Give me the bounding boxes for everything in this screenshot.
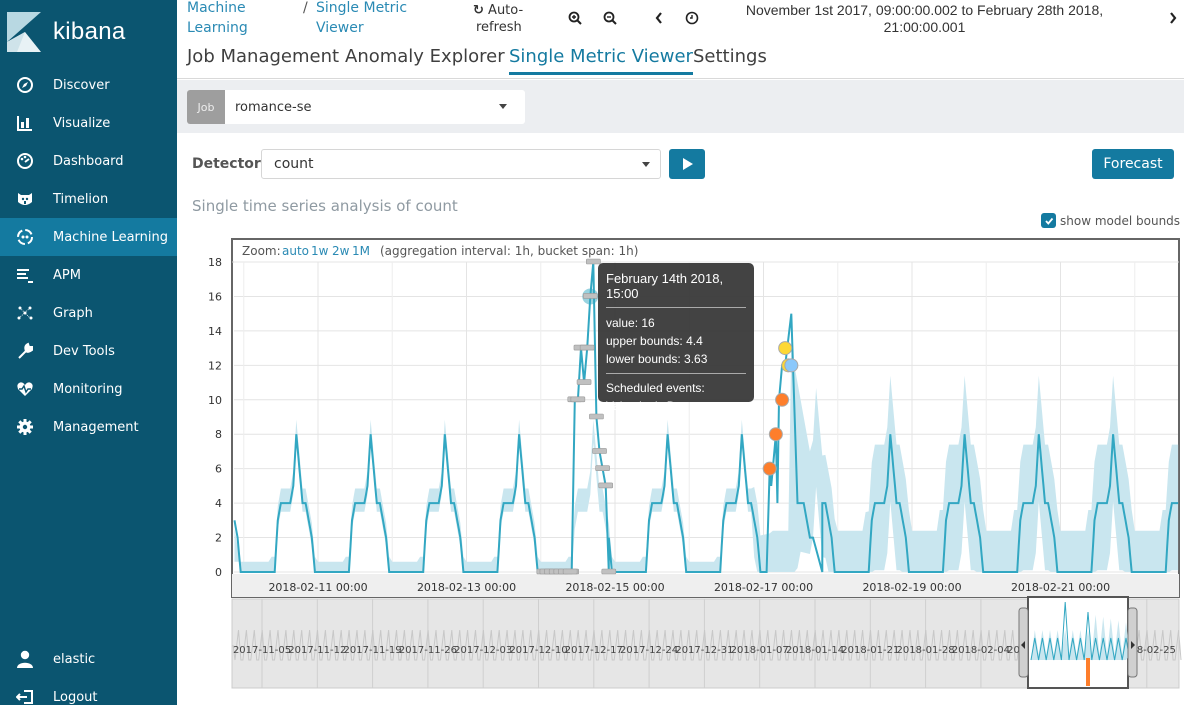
single-metric-chart[interactable]: 0 2 4 6 8 10 12 14 16 18 2018-02-11 00:00 2018-02-…	[0, 0, 1184, 705]
context-tick-label: 2017-11-12	[288, 645, 346, 656]
scheduled-event-marker	[576, 379, 592, 385]
y-tick-label: 8	[215, 428, 222, 441]
anomaly-marker-major	[778, 341, 793, 356]
scheduled-event-marker	[601, 568, 617, 575]
y-tick-label: 10	[208, 394, 222, 407]
x-tick-label: 2018-02-19 00:00	[862, 581, 961, 594]
context-tick-label: 2017-11-26	[399, 645, 457, 656]
anomaly-marker-critical	[775, 392, 790, 407]
tooltip-value: value: 16	[606, 316, 655, 330]
context-tick-label: 2017-12-10	[509, 645, 567, 656]
y-axis: 0 2 4 6 8 10 12 14 16 18	[208, 256, 222, 579]
scheduled-event-marker	[562, 568, 578, 575]
context-tick-label: 2017-11-05	[233, 645, 291, 656]
x-tick-label: 2018-02-21 00:00	[1011, 581, 1110, 594]
y-tick-label: 12	[208, 359, 222, 372]
x-tick-label: 2018-02-15 00:00	[565, 581, 664, 594]
context-tick-label: 2018-01-07	[731, 645, 789, 656]
scheduled-event-marker	[582, 293, 598, 299]
zoom-option-auto[interactable]: auto	[282, 244, 309, 258]
scheduled-event-marker	[598, 482, 614, 489]
context-tick-label: 2018-01-28	[897, 645, 955, 656]
tooltip-lower: lower bounds: 3.63	[606, 352, 708, 366]
y-tick-label: 4	[215, 497, 222, 510]
y-tick-label: 6	[215, 463, 222, 476]
y-tick-label: 2	[215, 532, 222, 545]
zoom-option-1m[interactable]: 1M	[352, 244, 370, 258]
context-tick-label: 2018-01-14	[786, 645, 844, 656]
chart-tooltip: February 14th 2018, 15:00 value: 16 uppe…	[598, 263, 754, 413]
scheduled-event-marker	[570, 396, 586, 403]
scheduled-event-marker	[589, 413, 604, 420]
scheduled-event-marker	[595, 465, 610, 471]
context-chart: 2017-11-052017-11-122017-11-192017-11-26…	[231, 596, 1182, 689]
context-tick-label: 2017-12-17	[565, 645, 623, 656]
tooltip-title: February 14th 2018, 15:00	[606, 271, 746, 308]
x-tick-label: 2018-02-13 00:00	[417, 581, 516, 594]
zoom-option-2w[interactable]: 2w	[332, 244, 350, 258]
y-tick-label: 16	[208, 290, 222, 303]
context-anomaly-marker	[1086, 658, 1090, 686]
x-tick-label: 2018-02-11 00:00	[268, 581, 367, 594]
scheduled-event-marker	[586, 258, 601, 265]
context-tick-label: 2017-12-24	[620, 645, 678, 656]
tooltip-upper: upper bounds: 4.4	[606, 334, 703, 348]
anomaly-marker-critical	[762, 461, 777, 476]
anomaly-marker-minor	[784, 358, 799, 373]
context-tick-label: 2017-12-31	[675, 645, 733, 656]
context-tick-label: 2018-01-21	[841, 645, 899, 656]
zoom-option-1w[interactable]: 1w	[311, 244, 329, 258]
tooltip-events-label: Scheduled events:	[606, 381, 705, 395]
tooltip-event: Valentine's Day	[606, 399, 689, 413]
anomaly-marker-critical	[768, 427, 783, 442]
x-tick-label: 2018-02-17 00:00	[714, 581, 813, 594]
context-tick-label: 2017-11-19	[344, 645, 402, 656]
y-tick-label: 0	[215, 566, 222, 579]
y-tick-label: 18	[208, 256, 222, 269]
tooltip-divider	[606, 373, 746, 374]
aggregation-info: (aggregation interval: 1h, bucket span: …	[380, 244, 638, 258]
context-tick-label: 2018-02-04	[952, 645, 1010, 656]
context-tick-label: 2017-12-03	[454, 645, 512, 656]
scheduled-event-marker	[579, 344, 595, 351]
y-tick-label: 14	[208, 325, 222, 338]
zoom-prefix: Zoom:	[242, 244, 281, 258]
scheduled-event-marker	[592, 448, 607, 454]
